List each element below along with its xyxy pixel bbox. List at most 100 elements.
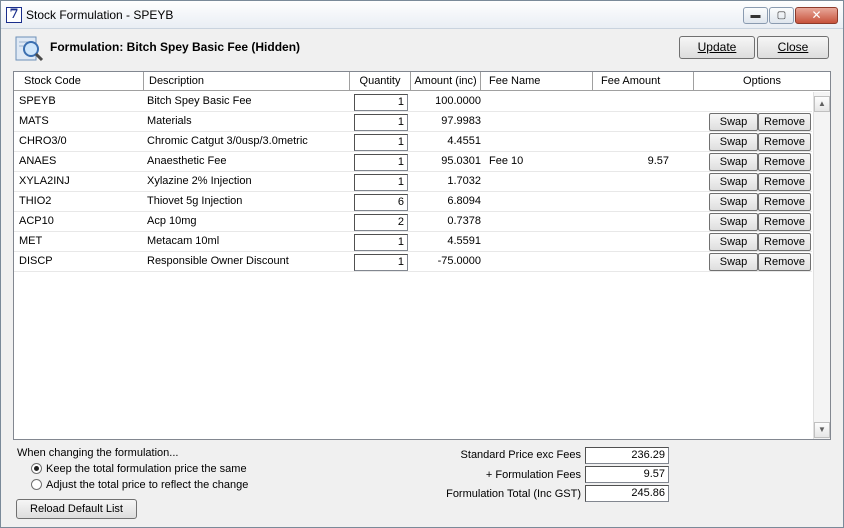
close-button-label: Close	[777, 40, 809, 54]
description-cell: Acp 10mg	[147, 215, 197, 227]
vertical-scrollbar[interactable]: ▲ ▼	[813, 92, 830, 439]
remove-button[interactable]: Remove	[758, 193, 811, 211]
quantity-input[interactable]: 1	[354, 234, 408, 251]
quantity-input[interactable]: 1	[354, 174, 408, 191]
formulation-title: Formulation: Bitch Spey Basic Fee (Hidde…	[50, 40, 301, 54]
update-button[interactable]: Update	[679, 36, 755, 59]
close-button[interactable]: Close	[757, 36, 829, 59]
column-header-stock-code[interactable]: Stock Code	[14, 72, 144, 90]
adjust-price-radio[interactable]	[31, 479, 42, 490]
title-bar[interactable]: 7 Stock Formulation - SPEYB ▬ ▢ ✕	[1, 1, 843, 29]
fee-amount-cell	[593, 212, 669, 232]
fee-amount-cell	[593, 252, 669, 272]
maximize-button[interactable]: ▢	[769, 7, 794, 24]
quantity-input[interactable]: 2	[354, 214, 408, 231]
standard-price-field: 236.29	[585, 447, 669, 464]
fee-name-cell	[489, 232, 589, 252]
stock-formulation-window: 7 Stock Formulation - SPEYB ▬ ▢ ✕ Formul…	[0, 0, 844, 528]
amount-cell: 0.7378	[447, 215, 481, 227]
description-cell: Xylazine 2% Injection	[147, 175, 252, 187]
minimize-button[interactable]: ▬	[743, 7, 768, 24]
quantity-input[interactable]: 1	[354, 114, 408, 131]
grid-header: Stock Code Description Quantity Amount (…	[14, 72, 830, 91]
quantity-input[interactable]: 1	[354, 154, 408, 171]
window-title: Stock Formulation - SPEYB	[26, 8, 174, 22]
table-row[interactable]: CHRO3/0 Chromic Catgut 3/0usp/3.0metric 1 4…	[14, 132, 812, 152]
amount-cell: 6.8094	[447, 195, 481, 207]
column-header-description[interactable]: Description	[144, 72, 350, 90]
fee-name-cell	[489, 172, 589, 192]
adjust-price-option[interactable]: Adjust the total price to reflect the ch…	[31, 479, 248, 491]
keep-price-option[interactable]: Keep the total formulation price the sam…	[31, 463, 247, 475]
description-cell: Thiovet 5g Injection	[147, 195, 243, 207]
stock-code-cell: ANAES	[19, 155, 57, 167]
formulation-fees-label: + Formulation Fees	[485, 469, 581, 481]
column-header-fee-name[interactable]: Fee Name	[481, 72, 593, 90]
column-header-quantity[interactable]: Quantity	[350, 72, 411, 90]
fee-amount-cell	[593, 92, 669, 112]
column-header-options[interactable]: Options	[694, 72, 830, 90]
description-cell: Responsible Owner Discount	[147, 255, 289, 267]
fee-amount-cell	[593, 192, 669, 212]
table-row[interactable]: THIO2 Thiovet 5g Injection 6 6.8094 Swap Remo…	[14, 192, 812, 212]
amount-cell: 100.0000	[435, 95, 481, 107]
table-row[interactable]: MATS Materials 1 97.9983 Swap Remove	[14, 112, 812, 132]
column-header-amount[interactable]: Amount (inc)	[411, 72, 481, 90]
stock-code-cell: MET	[19, 235, 43, 247]
amount-cell: 1.7032	[447, 175, 481, 187]
remove-button[interactable]: Remove	[758, 153, 811, 171]
amount-cell: -75.0000	[437, 255, 481, 267]
description-cell: Anaesthetic Fee	[147, 155, 227, 167]
table-row[interactable]: DISCP Responsible Owner Discount 1 -75.0000…	[14, 252, 812, 272]
remove-button[interactable]: Remove	[758, 213, 811, 231]
quantity-input[interactable]: 1	[354, 254, 408, 271]
scroll-down-arrow-icon[interactable]: ▼	[814, 422, 830, 438]
table-row[interactable]: ANAES Anaesthetic Fee 1 95.0301 Fee 10 9.57 Sw…	[14, 152, 812, 172]
fee-amount-cell	[593, 132, 669, 152]
standard-price-label: Standard Price exc Fees	[460, 449, 581, 461]
swap-button[interactable]: Swap	[709, 213, 758, 231]
reload-default-list-button[interactable]: Reload Default List	[16, 499, 137, 519]
stock-code-cell: CHRO3/0	[19, 135, 67, 147]
scroll-up-arrow-icon[interactable]: ▲	[814, 96, 830, 112]
fee-name-cell	[489, 92, 589, 112]
amount-cell: 95.0301	[441, 155, 481, 167]
swap-button[interactable]: Swap	[709, 153, 758, 171]
swap-button[interactable]: Swap	[709, 113, 758, 131]
remove-button[interactable]: Remove	[758, 253, 811, 271]
formulation-total-label: Formulation Total (Inc GST)	[446, 488, 581, 500]
table-row[interactable]: XYLA2INJ Xylazine 2% Injection 1 1.7032 Swap…	[14, 172, 812, 192]
table-row[interactable]: MET Metacam 10ml 1 4.5591 Swap Remove	[14, 232, 812, 252]
swap-button[interactable]: Swap	[709, 253, 758, 271]
fee-name-cell	[489, 252, 589, 272]
fee-amount-cell	[593, 232, 669, 252]
remove-button[interactable]: Remove	[758, 113, 811, 131]
remove-button[interactable]: Remove	[758, 133, 811, 151]
amount-cell: 97.9983	[441, 115, 481, 127]
swap-button[interactable]: Swap	[709, 193, 758, 211]
options-heading: When changing the formulation...	[17, 447, 179, 459]
remove-button[interactable]: Remove	[758, 173, 811, 191]
table-row[interactable]: SPEYB Bitch Spey Basic Fee 1 100.0000	[14, 92, 812, 112]
formulation-total-field: 245.86	[585, 485, 669, 502]
swap-button[interactable]: Swap	[709, 173, 758, 191]
quantity-input[interactable]: 1	[354, 134, 408, 151]
quantity-input[interactable]: 1	[354, 94, 408, 111]
close-window-button[interactable]: ✕	[795, 7, 838, 24]
stock-code-cell: MATS	[19, 115, 49, 127]
quantity-input[interactable]: 6	[354, 194, 408, 211]
stock-code-cell: SPEYB	[19, 95, 56, 107]
fee-name-cell	[489, 192, 589, 212]
remove-button[interactable]: Remove	[758, 233, 811, 251]
fee-amount-cell: 9.57	[647, 155, 669, 167]
keep-price-radio[interactable]	[31, 463, 42, 474]
stock-code-cell: DISCP	[19, 255, 53, 267]
fee-name-cell: Fee 10	[489, 155, 524, 167]
swap-button[interactable]: Swap	[709, 133, 758, 151]
swap-button[interactable]: Swap	[709, 233, 758, 251]
description-cell: Chromic Catgut 3/0usp/3.0metric	[147, 135, 308, 147]
table-row[interactable]: ACP10 Acp 10mg 2 0.7378 Swap Remove	[14, 212, 812, 232]
amount-cell: 4.4551	[447, 135, 481, 147]
column-header-fee-amount[interactable]: Fee Amount	[593, 72, 694, 90]
stock-code-cell: ACP10	[19, 215, 54, 227]
